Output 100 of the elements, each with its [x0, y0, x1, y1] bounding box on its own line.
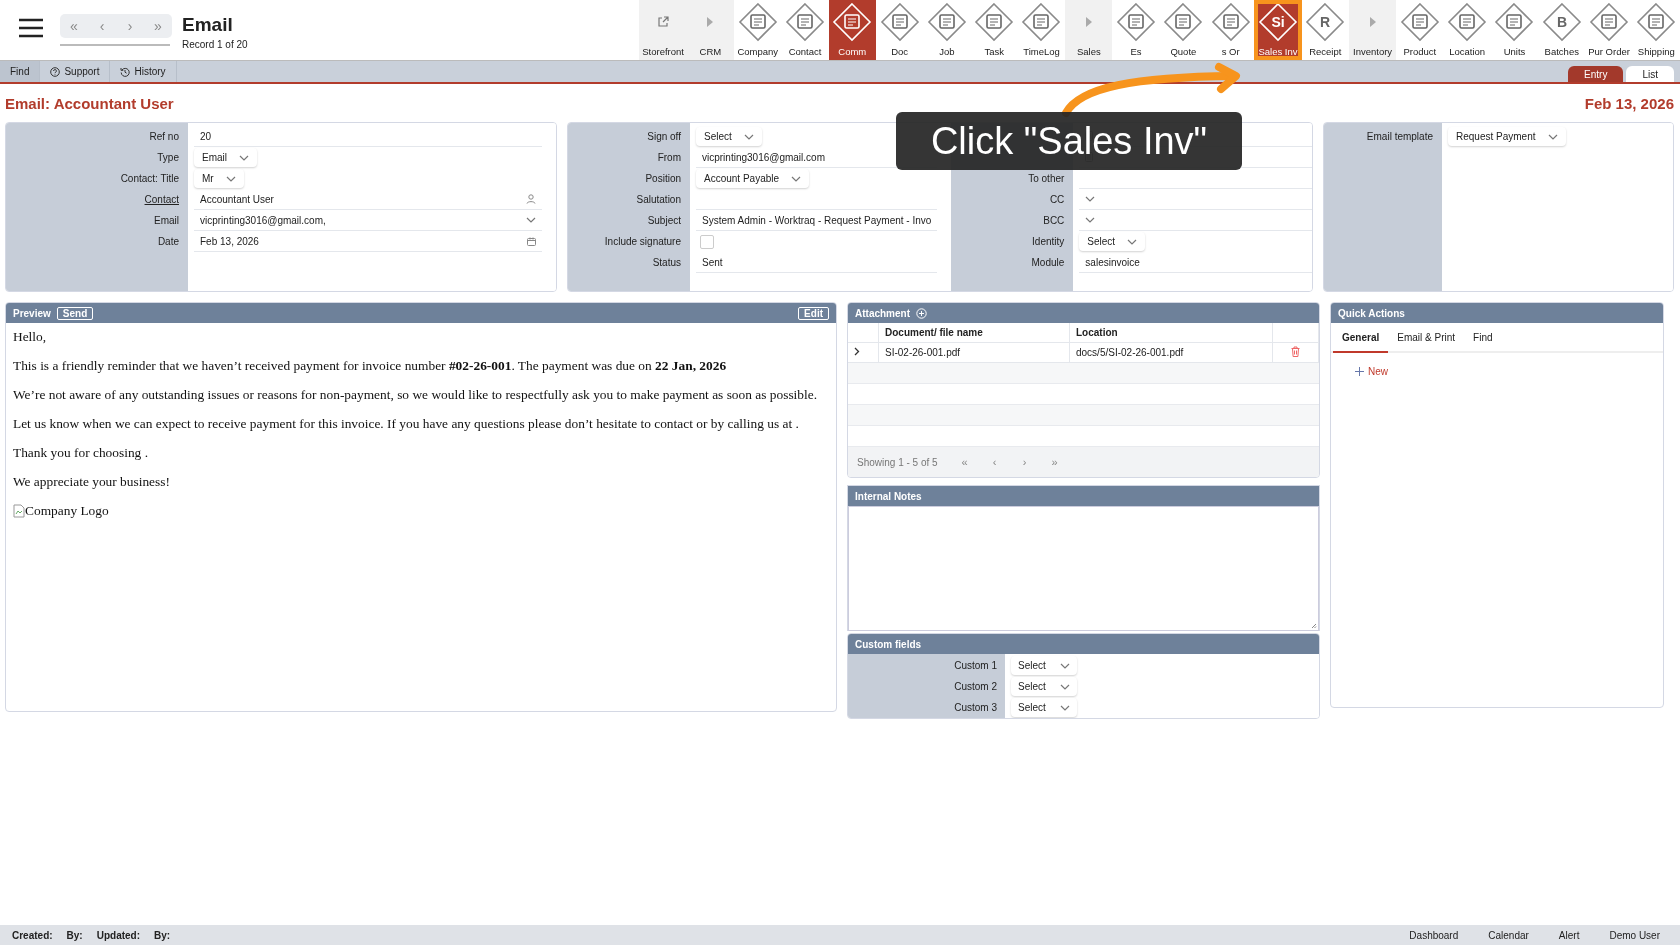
select-dropdown[interactable]: Account Payable — [696, 169, 810, 188]
external-link-icon — [657, 16, 670, 28]
select-dropdown[interactable]: Select — [696, 127, 762, 146]
tab[interactable]: General — [1333, 323, 1389, 353]
toolbar-button[interactable]: CRM — [686, 0, 735, 60]
menu-icon[interactable] — [18, 18, 44, 38]
diamond-icon — [974, 2, 1015, 42]
contact-link[interactable]: Contact — [144, 194, 179, 205]
chevron-icon — [1127, 238, 1138, 245]
text-field[interactable]: 20 — [194, 126, 542, 147]
select-dropdown[interactable]: Select — [1079, 232, 1146, 251]
select-dropdown[interactable]: Select — [1011, 677, 1077, 696]
panel-title: Internal Notes — [855, 490, 922, 502]
diamond-icon — [1210, 2, 1251, 42]
status-label: By: — [66, 929, 83, 941]
field-label: Custom 2 — [954, 681, 997, 692]
help-icon — [50, 66, 61, 77]
text-field[interactable]: Sent — [696, 252, 938, 273]
field-label: Identity — [1032, 236, 1065, 247]
diamond-icon — [737, 2, 778, 42]
toolbar-button[interactable]: Sales — [1065, 0, 1113, 60]
select-dropdown[interactable]: Mr — [194, 169, 244, 188]
record-heading: Email: Accountant User — [5, 94, 174, 112]
view-tab[interactable]: Entry — [1568, 66, 1624, 82]
table-cell: docs/5/SI-02-26-001.pdf — [1069, 342, 1273, 363]
message-paragraph: This is a friendly reminder that we haven’t received payment for invoice number #02-26-001. The payment was due on 22 Jan, 2026 — [13, 358, 728, 374]
toolbar-button[interactable]: Inventory — [1348, 0, 1397, 60]
trash-icon[interactable] — [1291, 346, 1300, 357]
select-dropdown[interactable]: Email — [194, 148, 257, 167]
tab[interactable]: Email & Print — [1388, 323, 1465, 353]
toolbar-button[interactable]: Comm — [828, 0, 876, 60]
column-header: Document/ file name — [878, 323, 1070, 343]
field-label: To other — [1028, 173, 1065, 184]
diamond-icon — [879, 2, 920, 42]
diamond-icon: Si — [1257, 2, 1298, 42]
broken-image-icon — [13, 504, 25, 518]
expand-icon[interactable] — [854, 347, 860, 356]
plus-icon — [1355, 367, 1364, 376]
field-label: Custom 1 — [954, 660, 997, 671]
notes-field[interactable] — [848, 506, 1319, 631]
field-label: Sign off — [647, 131, 681, 142]
field-label: Include signature — [604, 236, 681, 247]
diamond-icon — [1636, 2, 1677, 42]
send-button[interactable]: Send — [56, 306, 94, 320]
diamond-icon — [1163, 2, 1204, 42]
field-label: Status — [652, 257, 681, 268]
chevron-icon — [225, 175, 236, 182]
status-label: By: — [154, 929, 171, 941]
new-link[interactable]: New — [1349, 365, 1394, 378]
field-label: Date — [157, 236, 179, 247]
toolbar-button[interactable]: Si Sales Inv — [1254, 0, 1302, 60]
field-label: Subject — [647, 215, 681, 226]
page-title: Email — [182, 14, 234, 36]
image-alt-text: Company Logo — [25, 503, 109, 519]
diamond-icon: B — [1541, 2, 1582, 42]
add-icon[interactable] — [916, 307, 927, 319]
message-paragraph: Let us know when we can expect to receive payment for this invoice. If you have any questions please don’t hesitate to contact or by calling us at . — [13, 416, 800, 432]
toolbar-button[interactable]: Storefront — [639, 0, 687, 60]
tab[interactable]: Find — [1464, 323, 1502, 353]
diamond-icon — [1399, 2, 1440, 42]
panel-title: Custom fields — [855, 638, 922, 650]
diamond-icon — [926, 2, 967, 42]
panel-title: Attachment — [855, 307, 910, 319]
text-field[interactable]: System Admin - Worktraq - Request Payment - Invo — [696, 210, 938, 231]
dropdown-field[interactable]: vicprinting3016@gmail.com, — [194, 210, 542, 231]
history-icon — [120, 66, 131, 77]
table-cell: SI-02-26-001.pdf — [878, 342, 1070, 363]
status-link[interactable]: Alert — [1550, 929, 1588, 941]
status-link[interactable]: Calendar — [1480, 929, 1537, 941]
field-label: Ref no — [149, 131, 179, 142]
person-icon — [526, 194, 536, 204]
toolbar-link[interactable]: Find — [0, 61, 41, 82]
lookup-field[interactable]: Accountant User — [194, 189, 542, 210]
date-field[interactable]: Feb 13, 2026 — [194, 231, 542, 252]
field-label: Type — [157, 152, 179, 163]
message-paragraph: We appreciate your business! — [13, 474, 171, 490]
diamond-icon — [1494, 2, 1535, 42]
record-counter: Record 1 of 20 — [182, 39, 248, 50]
select-dropdown[interactable]: Request Payment — [1448, 127, 1566, 146]
select-dropdown[interactable]: Select — [1011, 698, 1077, 717]
checkbox[interactable] — [700, 234, 714, 249]
diamond-icon — [1116, 2, 1157, 42]
toolbar-link[interactable]: History — [110, 61, 177, 82]
status-link[interactable]: Dashboard — [1401, 929, 1467, 941]
view-tab[interactable]: List — [1626, 66, 1674, 82]
edit-button[interactable]: Edit — [798, 306, 829, 320]
panel-title: Quick Actions — [1338, 307, 1405, 319]
diamond-icon — [1021, 2, 1062, 42]
chevron-icon — [1085, 196, 1096, 202]
diamond-icon — [1447, 2, 1488, 42]
status-link[interactable]: Demo User — [1601, 929, 1668, 941]
chevron-icon — [1059, 704, 1070, 711]
caret-icon — [1084, 16, 1093, 28]
toolbar-link[interactable]: Support — [40, 61, 111, 82]
resize-grip-icon[interactable] — [1311, 623, 1317, 629]
field-label: Salutation — [636, 194, 681, 205]
chevron-icon — [743, 133, 754, 140]
diamond-icon — [832, 2, 873, 42]
field-label: Contact: Title — [120, 173, 179, 184]
select-dropdown[interactable]: Select — [1011, 656, 1077, 675]
